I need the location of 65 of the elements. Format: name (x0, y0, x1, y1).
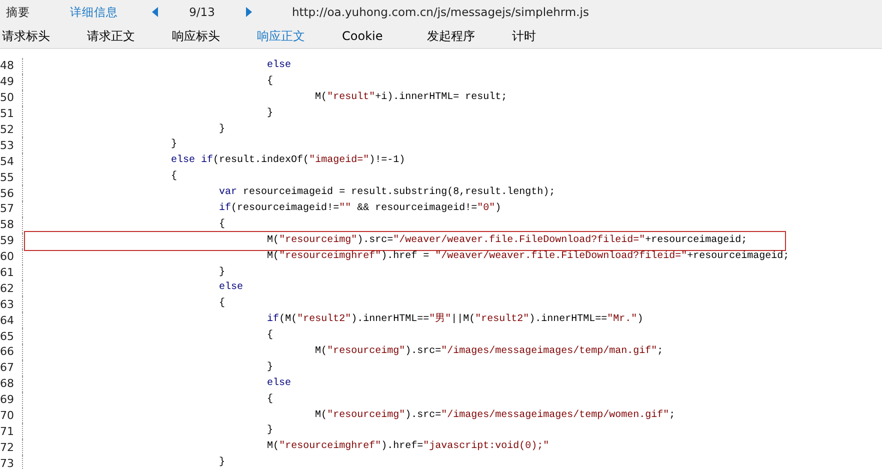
code-line: else if(result.indexOf("imageid=")!=-1) (170, 154, 406, 168)
code-line: } (170, 138, 178, 152)
line-number: 57 (0, 201, 23, 217)
line-number: 67 (0, 360, 23, 376)
tab[interactable]: Cookie (340, 29, 425, 43)
line-number: 50 (0, 90, 23, 106)
line-number: 48 (0, 58, 23, 74)
line-number: 59 (0, 232, 23, 249)
code-line: var resourceimageid = result.substring(8,result.length); (218, 186, 556, 200)
code-line: } (218, 266, 226, 280)
line-number: 70 (0, 408, 23, 424)
tab[interactable]: 详细信息 (64, 4, 152, 20)
line-number: 64 (0, 312, 23, 328)
code-line: if(resourceimageid!="" && resourceimageid!="0") (218, 202, 502, 216)
line-number: 61 (0, 264, 23, 280)
tab[interactable]: 请求正文 (85, 28, 170, 44)
url-text: http://oa.yuhong.com.cn/js/messagejs/simplehrm.js (292, 5, 589, 19)
tab[interactable]: 摘要 (0, 4, 64, 20)
right-arrow-icon[interactable] (246, 7, 252, 17)
line-number: 49 (0, 74, 23, 90)
tab[interactable]: 响应正文 (255, 28, 340, 44)
left-arrow-icon[interactable] (152, 7, 158, 17)
code-line: else (266, 376, 292, 391)
code-line: { (266, 329, 274, 344)
code-line: M("resourceimghref").href="javascript:void(0);" (266, 440, 550, 454)
line-number: 69 (0, 392, 23, 408)
code-line: M("result"+i).innerHTML= result; (314, 90, 508, 105)
line-number: 72 (0, 439, 23, 456)
line-number: 62 (0, 280, 23, 296)
code-line: M("resourceimg").src="/images/messageimages/temp/man.gif"; (314, 344, 664, 359)
code-line: { (266, 392, 274, 407)
line-number: 71 (0, 423, 23, 440)
tab[interactable]: 计时 (510, 28, 595, 44)
code-line: else (266, 58, 292, 73)
line-number: 66 (0, 344, 23, 360)
line-number: 58 (0, 216, 23, 233)
line-number: 63 (0, 296, 23, 312)
tab[interactable]: 发起程序 (425, 28, 510, 44)
page-counter: 9/13 (188, 5, 216, 19)
code-line: else (218, 281, 244, 296)
code-line: M("resourceimg").src="/weaver/weaver.file.FileDownload?fileid="+resourceimageid; (27, 234, 784, 248)
line-number: 54 (0, 153, 23, 170)
tab[interactable]: 响应标头 (170, 28, 255, 44)
code-line: } (266, 360, 274, 375)
line-number: 52 (0, 122, 23, 138)
line-number: 68 (0, 376, 23, 392)
code-line: } (266, 106, 274, 121)
code-line: M("resourceimghref").href = "/weaver/weaver.file.FileDownload?fileid="+resourceimageid; (266, 250, 790, 264)
line-number: 53 (0, 137, 23, 154)
line-number: 56 (0, 185, 23, 202)
code-line: { (170, 170, 178, 184)
tab[interactable]: 请求标头 (0, 28, 85, 44)
line-number: 73 (0, 455, 23, 469)
line-number: 60 (0, 248, 23, 265)
code-line: { (218, 297, 226, 312)
code-line: } (218, 456, 226, 469)
line-number: 65 (0, 328, 23, 344)
line-number: 55 (0, 169, 23, 186)
code-line: M("resourceimg").src="/images/messageimages/temp/women.gif"; (314, 408, 676, 423)
code-line: } (218, 122, 226, 136)
code-line: { (218, 218, 226, 232)
line-number: 51 (0, 106, 23, 122)
code-line: if(M("result2").innerHTML=="男"||M("result2").innerHTML=="Mr.") (266, 313, 644, 328)
code-line: } (266, 424, 274, 438)
code-line: { (266, 74, 274, 89)
